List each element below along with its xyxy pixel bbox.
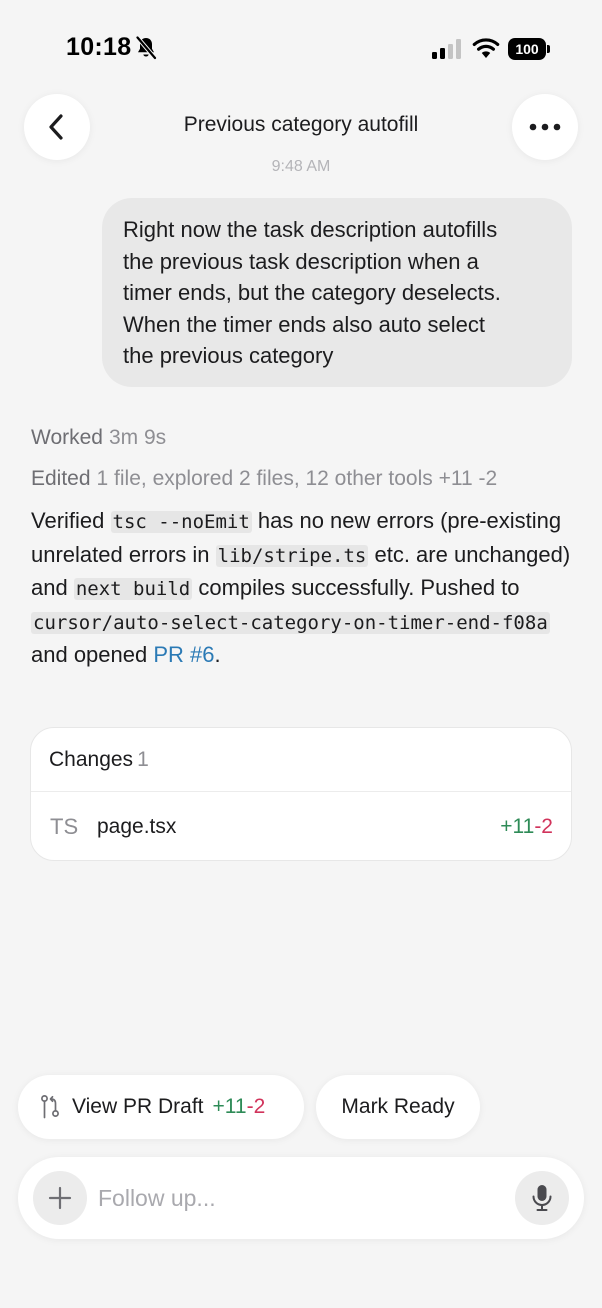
ellipsis-icon: [529, 123, 561, 131]
follow-up-input[interactable]: [98, 1177, 498, 1219]
user-message-line: the previous category: [123, 343, 334, 368]
branch-icon: [41, 1095, 59, 1119]
lines-removed: -2: [534, 815, 553, 838]
file-type-icon: TS: [50, 814, 79, 839]
changes-card: Changes 1 TS page.tsx +11-2: [30, 727, 572, 861]
changes-title: Changes: [49, 748, 134, 771]
battery-tip: [547, 45, 550, 53]
battery-level: 100: [508, 38, 546, 60]
message-timestamp: 9:48 AM: [271, 158, 331, 175]
user-message-line: Right now the task description autofills: [123, 217, 498, 242]
inline-code: cursor/auto-select-category-on-timer-end…: [31, 611, 550, 634]
changed-file-row[interactable]: TS page.tsx +11-2: [31, 792, 571, 860]
pr-lines-removed: -2: [246, 1095, 266, 1118]
worked-duration: 3m 9s: [108, 426, 167, 449]
worked-summary[interactable]: Worked 3m 9s: [31, 426, 166, 450]
microphone-icon: [532, 1185, 552, 1211]
lines-added: +11: [500, 815, 535, 838]
plus-icon: [48, 1186, 72, 1210]
response-text: Verified: [31, 508, 111, 533]
signal-icon: [432, 39, 461, 59]
response-text: .: [214, 642, 221, 667]
back-button[interactable]: [24, 94, 90, 160]
more-options-button[interactable]: [512, 94, 578, 160]
user-message-line: the previous task description when a: [123, 248, 479, 274]
user-message-bubble: Right now the task description autofills…: [102, 198, 572, 387]
file-diff-stats: +11-2: [500, 815, 553, 839]
pr-lines-added: +11: [212, 1095, 247, 1118]
user-message-line: When the timer ends also auto select: [123, 311, 485, 337]
edited-details: 1 file, explored 2 files, 12 other tools…: [96, 467, 498, 490]
worked-label: Worked: [31, 426, 103, 449]
follow-up-bar: [18, 1157, 584, 1239]
pr-link[interactable]: PR #6: [153, 642, 214, 667]
battery-icon: 100: [508, 38, 550, 60]
inline-code: tsc --noEmit: [110, 511, 252, 533]
file-name: page.tsx: [97, 815, 177, 838]
add-attachment-button[interactable]: [33, 1171, 87, 1225]
inline-code: next build: [73, 578, 193, 600]
response-text: compiles successfully. Pushed to: [192, 575, 520, 600]
wifi-icon: [472, 38, 500, 58]
microphone-button[interactable]: [515, 1171, 569, 1225]
inline-code: lib/stripe.ts: [215, 544, 369, 567]
agent-response: Verified tsc --noEmit has no new errors …: [31, 505, 576, 672]
status-time: 10:18: [66, 33, 132, 61]
view-pr-draft-button[interactable]: View PR Draft +11 -2: [18, 1075, 304, 1139]
user-message-line: timer ends, but the category deselects.: [123, 280, 501, 305]
mark-ready-button[interactable]: Mark Ready: [316, 1075, 480, 1139]
view-pr-label: View PR Draft: [72, 1095, 204, 1118]
edited-summary[interactable]: Edited 1 file, explored 2 files, 12 other…: [31, 467, 497, 491]
page-title: Previous category autofill: [183, 113, 419, 136]
changes-header: Changes 1: [49, 748, 149, 772]
bell-slash-icon: [135, 36, 157, 60]
screen: 10:18 100 Previous category autofill 9:4…: [0, 0, 602, 1308]
changes-count: 1: [137, 748, 149, 771]
mark-ready-label: Mark Ready: [341, 1095, 455, 1118]
response-text: and opened: [31, 642, 154, 667]
edited-label: Edited: [31, 467, 91, 490]
chevron-left-icon: [49, 114, 63, 140]
status-bar: 10:18 100: [0, 0, 602, 96]
